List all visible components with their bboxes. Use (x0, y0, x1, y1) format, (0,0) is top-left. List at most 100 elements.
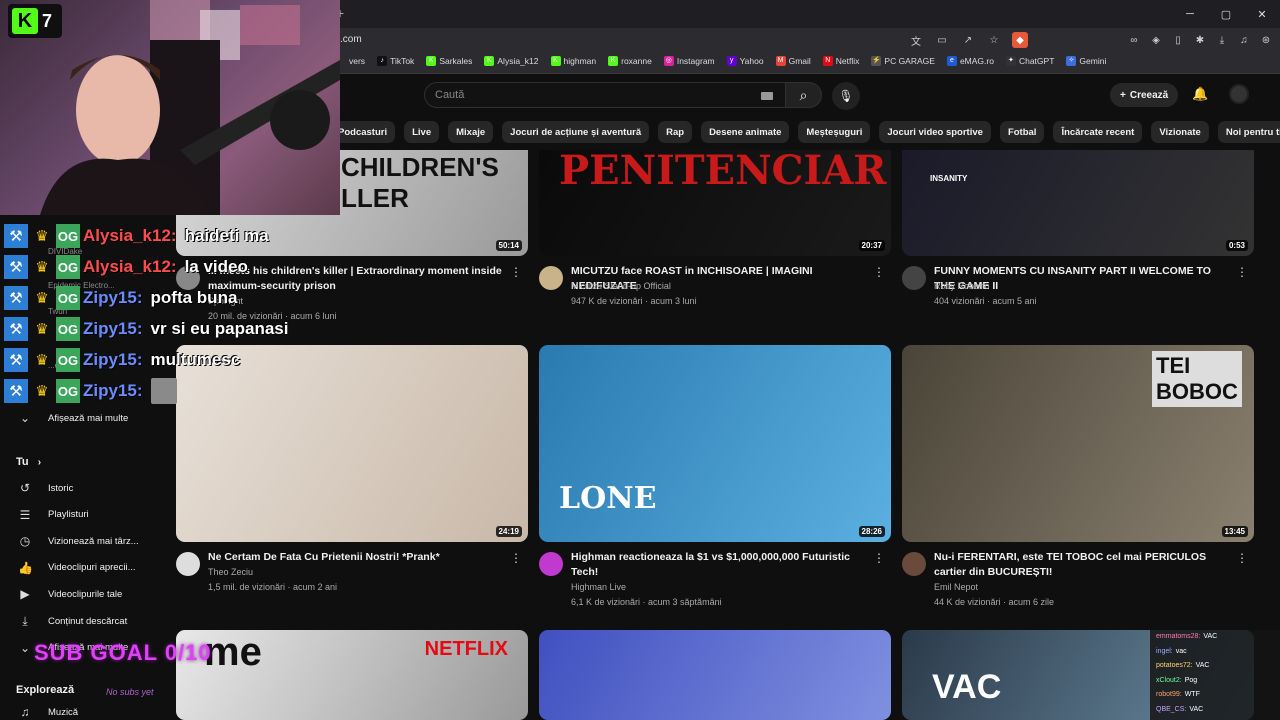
og-badge-icon: OG (56, 286, 80, 310)
bookmark-item[interactable]: Khighman (550, 56, 596, 66)
video-thumbnail[interactable]: me NETFLIX (176, 630, 528, 720)
channel-name[interactable]: Roby Roberto (934, 279, 990, 294)
thumbnail-text: VAC (932, 668, 1002, 706)
sidebar-show-more-subscriptions[interactable]: ⌄ Afișează mai multe (0, 405, 170, 431)
channel-avatar[interactable] (902, 266, 926, 290)
sidebar-item[interactable]: ↺ Istoric (0, 475, 170, 501)
sidebar-item[interactable]: ◷ Vizionează mai târz... (0, 528, 170, 554)
kick-logo-icon: K (12, 8, 38, 34)
chat-message: ⚒ ♛ OG Alysia_k12: haideti ma (4, 222, 269, 250)
sidebar-toggle-icon[interactable]: ▯ (1170, 32, 1186, 48)
thumbnail-text: LONE (559, 481, 657, 516)
video-thumbnail[interactable]: INSANITY 0:53 (902, 150, 1254, 256)
bookmark-item[interactable]: K Sarkales (426, 56, 472, 66)
bookmark-item[interactable]: ◎ Instagram (663, 56, 715, 66)
more-actions-icon[interactable]: ⋮ (510, 551, 522, 565)
mini-chat-text: VAC (1189, 705, 1204, 713)
sidebar-item-label: Conținut descărcat (48, 615, 128, 627)
filter-chip[interactable]: Noi pentru tine (1217, 121, 1280, 143)
channel-avatar[interactable] (176, 552, 200, 576)
chat-text: haideti ma (184, 226, 269, 245)
bookmark-item[interactable]: N Netflix (822, 56, 859, 66)
filter-chip[interactable]: Mixaje (448, 121, 494, 143)
more-actions-icon[interactable]: ⋮ (1236, 551, 1248, 565)
filter-chip[interactable]: Desene animate (701, 121, 790, 143)
wallet-icon[interactable]: ◈ (1148, 32, 1164, 48)
cast-icon[interactable]: ▭ (934, 32, 950, 48)
filter-chip[interactable]: Încărcate recent (1053, 121, 1143, 143)
minimize-button[interactable]: ─ (1172, 0, 1208, 28)
video-thumbnail[interactable]: 24:19 (176, 345, 528, 542)
channel-avatar[interactable] (902, 552, 926, 576)
more-actions-icon[interactable]: ⋮ (873, 265, 885, 279)
sidebar-item[interactable]: ▶ Videoclipurile tale (0, 581, 170, 607)
video-title[interactable]: Nu-i FERENTARI, este TEI TOBOC cel mai P… (934, 550, 1234, 580)
bookmark-item[interactable]: ✧ Gemini (1066, 56, 1106, 66)
video-title[interactable]: ... meets his children's killer | Extrao… (208, 264, 508, 294)
filter-chip[interactable]: Jocuri video sportive (879, 121, 991, 143)
bookmark-item[interactable]: K Alysia_k12 (484, 56, 539, 66)
video-title[interactable]: Ne Certam De Fata Cu Prietenii Nostri! *… (208, 550, 508, 565)
search-button[interactable]: ⌕ (786, 82, 822, 108)
bookmark-label: Gemini (1079, 56, 1107, 66)
filter-chip[interactable]: Live (404, 121, 440, 143)
sidebar-item[interactable]: ☰ Playlisturi (0, 502, 170, 528)
bookmark-item[interactable]: M Gmail (775, 56, 811, 66)
search-input[interactable]: Caută (424, 82, 786, 108)
sidebar-item[interactable]: ⤓ Conținut descărcat (0, 608, 170, 634)
brave-shield-icon[interactable]: ◆ (1012, 32, 1028, 48)
chat-message: ⚒ ♛ OG Zipy15: multumesc (4, 346, 240, 374)
video-thumbnail[interactable]: PENITENCIAR 20:37 (539, 150, 891, 256)
bookmark-item[interactable]: ♪ TikTok (377, 56, 414, 66)
filter-chip[interactable]: Rap (658, 121, 693, 143)
video-thumbnail[interactable]: TEI BOBOC 13:45 (902, 345, 1254, 542)
maximize-button[interactable]: ▢ (1208, 0, 1244, 28)
bookmark-favicon-icon: ✧ (1066, 56, 1077, 66)
bookmark-item[interactable]: Kroxanne (608, 56, 652, 66)
filter-chip[interactable]: Meșteșuguri (798, 121, 871, 143)
bookmark-icon[interactable]: ☆ (986, 32, 1002, 48)
filter-chip[interactable]: Fotbal (999, 121, 1045, 143)
more-actions-icon[interactable]: ⋮ (1236, 265, 1248, 279)
channel-name[interactable]: Theo Zeciu (208, 565, 253, 580)
bookmark-item[interactable]: ⚡ PC GARAGE (871, 56, 935, 66)
video-title[interactable]: Highman reactioneaza la $1 vs $1,000,000… (571, 550, 871, 580)
crown-badge-icon: ♛ (35, 352, 49, 369)
verified-badge-icon: ⚒ (4, 379, 28, 403)
channel-name[interactable]: Highman Live (571, 580, 626, 595)
sidebar-item-music[interactable]: ♫ Muzică (0, 699, 170, 720)
more-actions-icon[interactable]: ⋮ (873, 551, 885, 565)
translate-icon[interactable]: 文 (908, 32, 924, 48)
channel-avatar[interactable] (539, 552, 563, 576)
more-actions-icon[interactable]: ⋮ (510, 265, 522, 279)
video-thumbnail[interactable]: LONE 28:26 (539, 345, 891, 542)
create-button[interactable]: + Creează (1110, 83, 1179, 107)
bookmark-item[interactable]: e eMAG.ro (946, 56, 994, 66)
filter-chip[interactable]: Jocuri de acțiune și aventură (502, 121, 650, 143)
channel-avatar[interactable] (539, 266, 563, 290)
downloads-icon[interactable]: ⤓ (1214, 32, 1230, 48)
vpn-icon[interactable]: ∞ (1126, 32, 1142, 48)
sidebar-item[interactable]: 👍 Videoclipuri aprecii... (0, 555, 170, 581)
account-avatar[interactable] (1229, 84, 1249, 104)
share-icon[interactable]: ↗ (960, 32, 976, 48)
bookmark-item[interactable]: y Yahoo (726, 56, 764, 66)
channel-name[interactable]: Micutzu Stand-up Official (571, 279, 671, 294)
bookmark-item[interactable]: vers (336, 56, 365, 66)
close-window-button[interactable]: ✕ (1244, 0, 1280, 28)
music-icon[interactable]: ♫ (1236, 32, 1252, 48)
chat-username: Zipy15: (83, 350, 143, 369)
sidebar-section-you[interactable]: Tu › (16, 456, 41, 468)
filter-chip[interactable]: Vizionate (1151, 121, 1209, 143)
shield-settings-icon[interactable]: ⊛ (1258, 32, 1274, 48)
bookmark-item[interactable]: ✦ ChatGPT (1005, 56, 1054, 66)
bookmark-label: PC GARAGE (884, 56, 935, 66)
url-field[interactable]: .com (340, 34, 362, 45)
keyboard-icon[interactable] (761, 92, 773, 100)
notifications-bell-icon[interactable]: 🔔 (1192, 86, 1208, 102)
video-thumbnail[interactable] (539, 630, 891, 720)
channel-name[interactable]: Emil Nepot (934, 580, 978, 595)
bookmark-favicon-icon: K (484, 56, 495, 66)
voice-search-button[interactable]: 🎙 (832, 82, 860, 110)
extensions-icon[interactable]: ✱ (1192, 32, 1208, 48)
